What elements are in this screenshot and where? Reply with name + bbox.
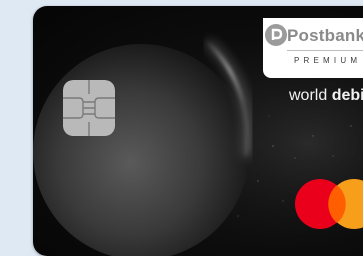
card-tier: PREMIUM bbox=[294, 56, 362, 65]
emv-chip-icon bbox=[63, 80, 115, 136]
tier-divider bbox=[287, 50, 363, 51]
product-name-bold: debi bbox=[331, 87, 363, 104]
planet-shape bbox=[33, 44, 249, 256]
bank-name: Postbank bbox=[287, 26, 363, 45]
card-product-name: world debi bbox=[289, 87, 363, 105]
debit-card: Postbank PREMIUM world debi bbox=[33, 6, 363, 256]
bank-logo: Postbank PREMIUM bbox=[263, 18, 363, 78]
mastercard-logo-icon bbox=[295, 179, 363, 229]
postbank-logo-icon bbox=[265, 24, 287, 46]
product-name-light: world bbox=[289, 87, 332, 104]
